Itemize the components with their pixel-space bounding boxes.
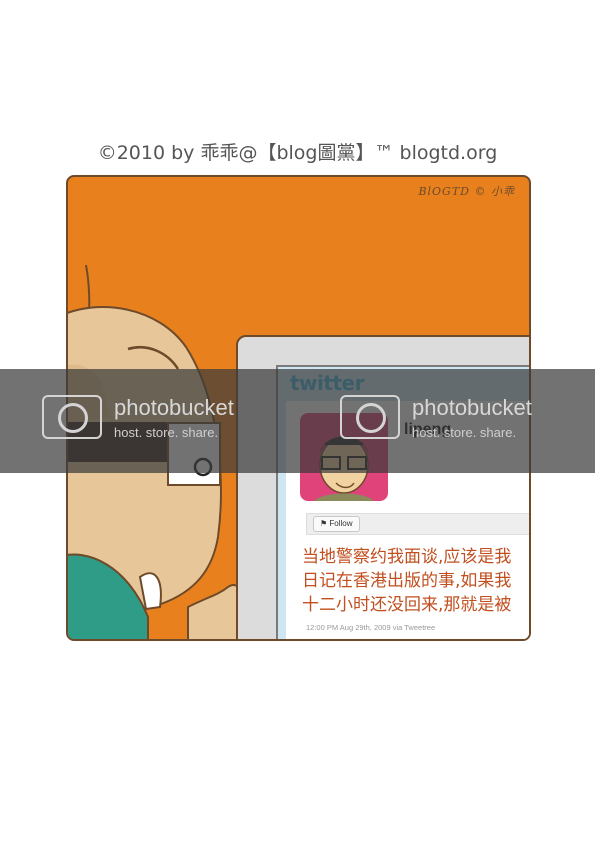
follow-bar: ⚑ Follow xyxy=(306,513,529,535)
user-add-icon: ⚑ xyxy=(320,519,330,528)
watermark-right: photobucket host. store. share. xyxy=(340,391,595,451)
camera-icon xyxy=(42,395,102,439)
tweet-line: 当地警察约我面谈,应该是我 xyxy=(302,547,512,567)
watermark-left: photobucket host. store. share. xyxy=(42,391,302,451)
follow-label: Follow xyxy=(329,519,353,528)
tweet-line: 日记在香港出版的事,如果我 xyxy=(302,571,512,591)
watermark-brand: photobucket xyxy=(114,395,234,420)
credit-line: ©2010 by 乖乖@【blog圖黨】™ blogtd.org xyxy=(97,142,498,164)
watermark-tagline: host. store. share. xyxy=(412,425,517,440)
watermark-band: photobucket host. store. share. photobuc… xyxy=(0,369,595,473)
tweet-meta: 12:00 PM Aug 29th, 2009 via Tweetree xyxy=(306,623,436,632)
follow-button[interactable]: ⚑ Follow xyxy=(313,516,360,532)
watermark-brand: photobucket xyxy=(412,395,532,420)
watermark-tagline: host. store. share. xyxy=(114,425,219,440)
camera-icon xyxy=(340,395,400,439)
tweet-text: 当地警察约我面谈,应该是我 日记在香港出版的事,如果我 十二小时还没回来,那就是… xyxy=(302,545,529,617)
tweet-line: 十二小时还没回来,那就是被 xyxy=(302,595,512,615)
